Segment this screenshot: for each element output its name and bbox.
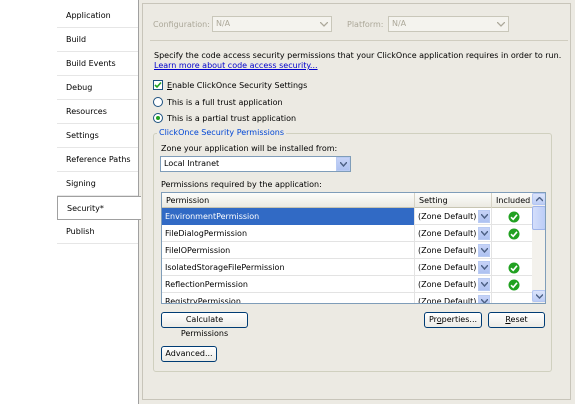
chevron-down-icon[interactable] [478, 261, 490, 274]
learn-more-link[interactable]: Learn more about code access security... [154, 61, 318, 70]
tab-debug[interactable]: Debug [57, 76, 138, 100]
included-cell [492, 276, 532, 293]
included-check-icon [508, 228, 520, 240]
permission-cell[interactable]: RegistryPermission [162, 293, 415, 303]
full-trust-radio[interactable] [153, 97, 163, 107]
setting-value: (Zone Default) [418, 297, 477, 304]
chevron-down-icon [316, 17, 331, 31]
partial-trust-label[interactable]: This is a partial trust application [167, 114, 296, 123]
property-tab-strip: Application Build Build Events Debug Res… [57, 0, 141, 404]
chevron-down-icon [493, 17, 508, 31]
setting-cell[interactable]: (Zone Default) [415, 293, 492, 304]
table-row[interactable]: IsolatedStorageFilePermission (Zone Defau… [162, 259, 532, 276]
chevron-down-icon[interactable] [478, 295, 490, 303]
partial-trust-radio[interactable] [153, 113, 163, 123]
included-cell [492, 293, 532, 303]
zone-label: Zone your application will be installed … [161, 144, 338, 153]
included-cell [492, 259, 532, 276]
permission-cell[interactable]: IsolatedStorageFilePermission [162, 259, 415, 276]
chevron-down-icon[interactable] [478, 227, 490, 240]
included-cell [492, 242, 532, 259]
configuration-value: N/A [216, 19, 231, 28]
enable-security-label[interactable]: Enable ClickOnce Security Settings [167, 81, 307, 90]
tab-build[interactable]: Build [57, 28, 138, 52]
reset-button[interactable]: Reset [488, 312, 545, 328]
table-row[interactable]: FileDialogPermission (Zone Default) [162, 225, 532, 242]
chevron-down-icon[interactable] [478, 210, 490, 223]
zone-value: Local Intranet [164, 159, 220, 168]
tab-application[interactable]: Application [57, 4, 138, 28]
setting-cell[interactable]: (Zone Default) [415, 242, 492, 259]
header-included[interactable]: Included [492, 193, 532, 208]
setting-cell[interactable]: (Zone Default) [415, 276, 492, 293]
tab-resources[interactable]: Resources [57, 100, 138, 124]
tab-reference-paths[interactable]: Reference Paths [57, 148, 138, 172]
enable-label-rest: nable ClickOnce Security Settings [172, 81, 308, 90]
scroll-down-icon[interactable] [532, 290, 545, 302]
setting-value: (Zone Default) [418, 229, 477, 238]
configuration-label: Configuration: [153, 20, 210, 29]
tab-settings[interactable]: Settings [57, 124, 138, 148]
included-check-icon [508, 262, 520, 274]
calculate-permissions-label: Calculate Permissions [180, 315, 229, 338]
scroll-thumb[interactable] [532, 206, 545, 230]
included-check-icon [508, 279, 520, 291]
permission-cell[interactable]: FileDialogPermission [162, 225, 415, 242]
advanced-label: Advanced... [165, 349, 213, 358]
platform-value: N/A [392, 19, 407, 28]
reset-post: eset [510, 315, 528, 324]
calculate-permissions-button[interactable]: Calculate Permissions [161, 312, 248, 338]
tab-signing[interactable]: Signing [57, 172, 138, 196]
advanced-button[interactable]: Advanced... [161, 346, 217, 362]
tab-publish[interactable]: Publish [57, 220, 138, 244]
configuration-combo: N/A [212, 16, 332, 32]
grid-header: Permission Setting Included [162, 193, 532, 208]
header-separator [150, 40, 568, 41]
table-row[interactable]: RegistryPermission (Zone Default) [162, 293, 532, 304]
description-text: Specify the code access security permiss… [154, 51, 562, 60]
setting-value: (Zone Default) [418, 246, 477, 255]
properties-post: perties... [441, 315, 478, 324]
tab-build-events[interactable]: Build Events [57, 52, 138, 76]
group-title: ClickOnce Security Permissions [157, 128, 287, 137]
table-row[interactable]: EnvironmentPermission (Zone Default) [162, 208, 532, 225]
setting-value: (Zone Default) [418, 212, 477, 221]
included-cell [492, 208, 532, 225]
setting-cell[interactable]: (Zone Default) [415, 225, 492, 242]
header-permission[interactable]: Permission [162, 193, 415, 208]
permissions-label: Permissions required by the application: [161, 180, 322, 189]
header-setting[interactable]: Setting [415, 193, 492, 208]
properties-pre: Pr [428, 315, 437, 324]
tab-security[interactable]: Security* [57, 196, 141, 220]
platform-label: Platform: [347, 20, 384, 29]
checkmark-icon [154, 81, 162, 89]
full-trust-label[interactable]: This is a full trust application [167, 98, 283, 107]
chevron-down-icon[interactable] [478, 244, 490, 257]
grid-rows: EnvironmentPermission (Zone Default) FileD… [162, 208, 532, 304]
scroll-up-icon[interactable] [532, 193, 545, 205]
permission-cell[interactable]: EnvironmentPermission [162, 208, 415, 225]
chevron-down-icon[interactable] [336, 157, 350, 171]
chevron-down-icon[interactable] [478, 278, 490, 291]
setting-cell[interactable]: (Zone Default) [415, 208, 492, 225]
permission-cell[interactable]: FileIOPermission [162, 242, 415, 259]
table-row[interactable]: ReflectionPermission (Zone Default) [162, 276, 532, 293]
permissions-grid[interactable]: Permission Setting Included EnvironmentP… [161, 192, 546, 304]
properties-button[interactable]: Properties... [424, 312, 482, 328]
radio-selected-dot [156, 116, 160, 120]
grid-vertical-scrollbar[interactable] [532, 193, 545, 303]
setting-value: (Zone Default) [418, 280, 477, 289]
included-cell [492, 225, 532, 242]
enable-security-checkbox[interactable] [153, 80, 163, 90]
setting-value: (Zone Default) [418, 263, 477, 272]
included-check-icon [508, 211, 520, 223]
setting-cell[interactable]: (Zone Default) [415, 259, 492, 276]
zone-combo[interactable]: Local Intranet [160, 156, 351, 172]
platform-combo: N/A [388, 16, 509, 32]
table-row[interactable]: FileIOPermission (Zone Default) [162, 242, 532, 259]
permission-cell[interactable]: ReflectionPermission [162, 276, 415, 293]
